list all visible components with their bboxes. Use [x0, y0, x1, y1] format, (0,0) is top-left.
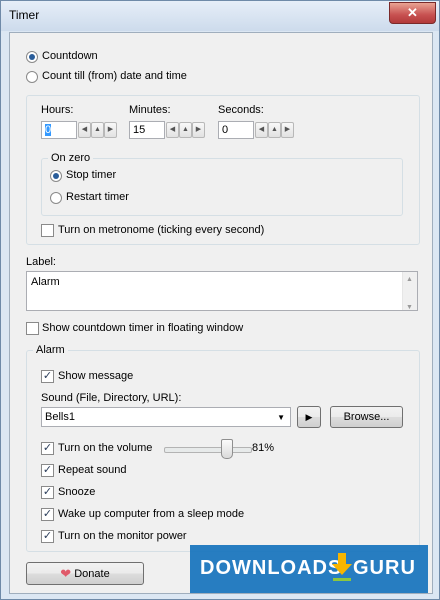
sound-value: Bells1 [45, 411, 75, 423]
watermark-text: DOWNLOADS [200, 557, 343, 579]
close-button[interactable]: ✕ [389, 2, 436, 24]
monitor-power-checkbox[interactable]: ✓ [41, 530, 54, 543]
show-message-checkbox[interactable]: ✓ [41, 370, 54, 383]
minutes-decrement[interactable]: ◀ [166, 122, 179, 138]
title-bar[interactable]: Timer ✕ [1, 1, 439, 31]
volume-label[interactable]: Turn on the volume [58, 442, 152, 454]
floating-window-checkbox[interactable] [26, 322, 39, 335]
minutes-spin-updown[interactable]: ▲ [179, 122, 192, 138]
volume-checkbox[interactable]: ✓ [41, 442, 54, 455]
volume-slider-thumb[interactable] [221, 439, 233, 459]
seconds-input[interactable]: 0 [218, 121, 254, 139]
on-zero-title: On zero [48, 152, 94, 164]
minutes-label: Minutes: [129, 104, 171, 116]
stop-timer-label[interactable]: Stop timer [66, 169, 116, 181]
snooze-label[interactable]: Snooze [58, 486, 95, 498]
label-title: Label: [26, 256, 56, 268]
metronome-checkbox[interactable] [41, 224, 54, 237]
alarm-title: Alarm [33, 344, 68, 356]
play-icon: ▶ [305, 412, 313, 422]
show-message-label[interactable]: Show message [58, 370, 133, 382]
restart-timer-radio[interactable] [50, 192, 62, 204]
sound-label: Sound (File, Directory, URL): [41, 392, 182, 404]
watermark-banner: DOWNLOADS GURU [190, 545, 428, 593]
label-scrollbar[interactable]: ▲ ▼ [402, 272, 417, 311]
on-zero-group [41, 158, 403, 216]
browse-button[interactable]: Browse... [330, 406, 403, 428]
wake-computer-label[interactable]: Wake up computer from a sleep mode [58, 508, 244, 520]
count-till-label[interactable]: Count till (from) date and time [42, 70, 187, 82]
label-textarea[interactable]: Alarm ▲ ▼ [26, 271, 418, 311]
hours-spin-updown[interactable]: ▲ [91, 122, 104, 138]
scroll-up-icon[interactable]: ▲ [406, 272, 413, 287]
play-sound-button[interactable]: ▶ [297, 406, 321, 428]
scroll-down-icon[interactable]: ▼ [406, 300, 413, 315]
dialog-body: Countdown Count till (from) date and tim… [9, 32, 433, 594]
floating-window-label[interactable]: Show countdown timer in floating window [42, 322, 243, 334]
repeat-sound-checkbox[interactable]: ✓ [41, 464, 54, 477]
stop-timer-radio[interactable] [50, 170, 62, 182]
seconds-label: Seconds: [218, 104, 264, 116]
minutes-input[interactable]: 15 [129, 121, 165, 139]
watermark-suffix: GURU [353, 557, 416, 579]
donate-label: Donate [74, 568, 110, 580]
repeat-sound-label[interactable]: Repeat sound [58, 464, 127, 476]
hours-increment[interactable]: ▶ [104, 122, 117, 138]
sound-select[interactable]: Bells1 ▼ [41, 407, 291, 427]
metronome-label[interactable]: Turn on metronome (ticking every second) [58, 224, 264, 236]
download-arrow-icon [332, 553, 352, 581]
minutes-increment[interactable]: ▶ [192, 122, 205, 138]
seconds-decrement[interactable]: ◀ [255, 122, 268, 138]
restart-timer-label[interactable]: Restart timer [66, 191, 129, 203]
donate-button[interactable]: ❤ Donate [26, 562, 144, 585]
chevron-down-icon: ▼ [277, 413, 285, 422]
timer-window: Timer ✕ Countdown Count till (from) date… [0, 0, 440, 600]
hours-label: Hours: [41, 104, 74, 116]
snooze-checkbox[interactable]: ✓ [41, 486, 54, 499]
wake-computer-checkbox[interactable]: ✓ [41, 508, 54, 521]
heart-icon: ❤ [60, 566, 72, 581]
seconds-increment[interactable]: ▶ [281, 122, 294, 138]
label-text: Alarm [31, 276, 60, 288]
count-till-radio[interactable] [26, 71, 38, 83]
volume-percent: 81% [252, 442, 275, 454]
volume-slider-track[interactable] [164, 447, 252, 453]
window-title: Timer [9, 8, 40, 22]
hours-value: 0 [45, 124, 52, 136]
monitor-power-label[interactable]: Turn on the monitor power [58, 530, 187, 542]
hours-decrement[interactable]: ◀ [78, 122, 91, 138]
hours-input[interactable]: 0 [41, 121, 77, 139]
countdown-radio[interactable] [26, 51, 38, 63]
seconds-spin-updown[interactable]: ▲ [268, 122, 281, 138]
countdown-label[interactable]: Countdown [42, 50, 98, 62]
